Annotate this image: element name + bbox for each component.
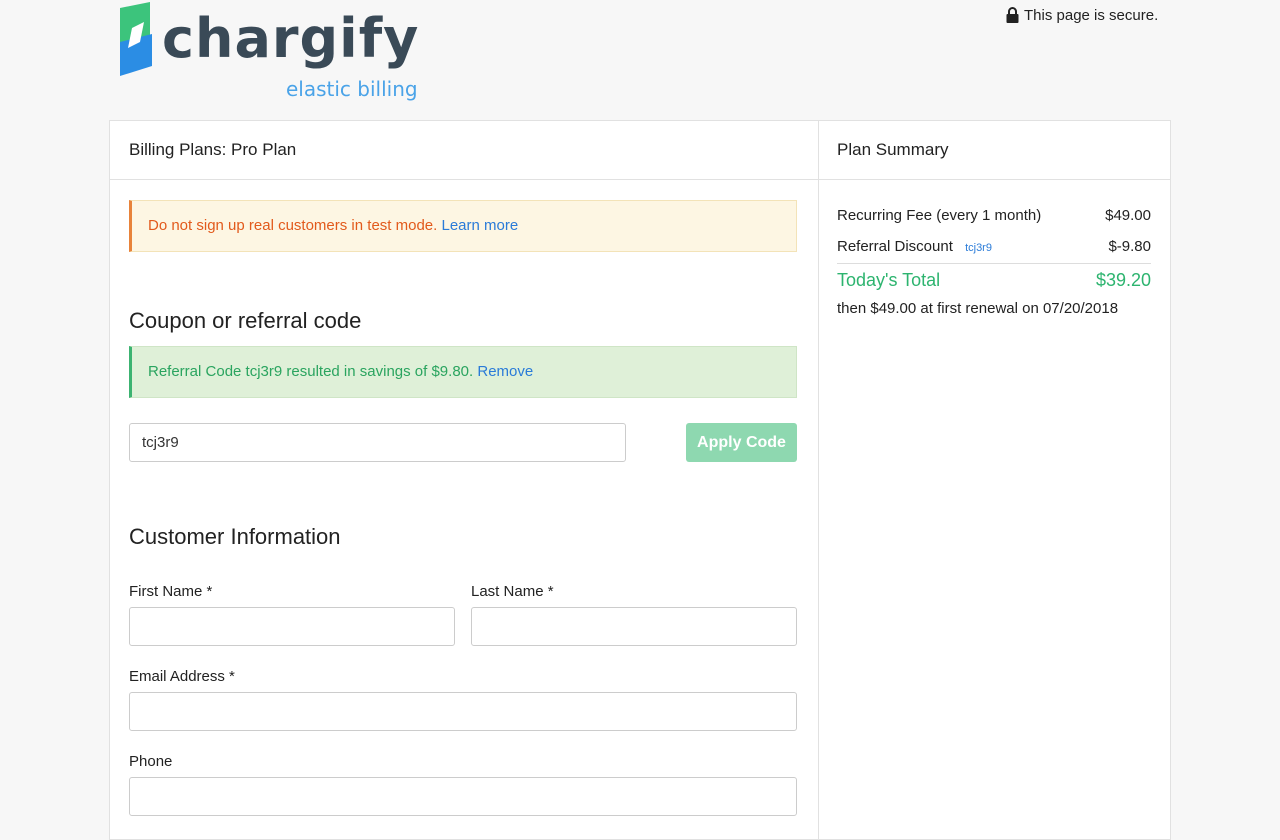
- todays-total-amount: $39.20: [1095, 270, 1151, 290]
- logo-tagline: elastic billing: [286, 77, 418, 101]
- phone-label: Phone: [129, 753, 173, 770]
- chargify-logo[interactable]: chargify elastic billing: [116, 2, 426, 102]
- logo-wordmark: chargify: [162, 7, 420, 70]
- apply-code-button[interactable]: Apply Code: [686, 423, 797, 462]
- plan-panel: Billing Plans: Pro Plan Do not sign up r…: [110, 121, 819, 839]
- phone-field[interactable]: [129, 777, 797, 816]
- referral-discount-label: Referral Discount: [837, 238, 953, 255]
- test-mode-text: Do not sign up real customers in test mo…: [148, 217, 438, 234]
- referral-discount-row: Referral Discount tcj3r9 $-9.80: [837, 238, 1151, 260]
- learn-more-link[interactable]: Learn more: [441, 217, 518, 234]
- email-field[interactable]: [129, 692, 797, 731]
- recurring-fee-amount: $49.00: [1105, 207, 1151, 224]
- referral-success-alert: Referral Code tcj3r9 resulted in savings…: [129, 346, 797, 398]
- last-name-label: Last Name *: [471, 583, 554, 600]
- checkout-card: Billing Plans: Pro Plan Do not sign up r…: [109, 120, 1171, 840]
- test-mode-alert: Do not sign up real customers in test mo…: [129, 200, 797, 252]
- remove-code-link[interactable]: Remove: [477, 363, 533, 380]
- referral-discount-amount: $-9.80: [1108, 238, 1151, 255]
- last-name-field[interactable]: [471, 607, 797, 646]
- plan-panel-title: Billing Plans: Pro Plan: [110, 121, 818, 180]
- plan-summary-title: Plan Summary: [818, 121, 1170, 180]
- lock-icon: [1006, 7, 1019, 23]
- referral-code-tag: tcj3r9: [965, 242, 992, 254]
- plan-summary-panel: Plan Summary Recurring Fee (every 1 mont…: [818, 121, 1170, 839]
- recurring-fee-row: Recurring Fee (every 1 month) $49.00: [837, 207, 1151, 229]
- summary-divider: [837, 263, 1151, 264]
- todays-total-label: Today's Total: [837, 270, 941, 290]
- secure-indicator: This page is secure.: [1006, 4, 1158, 26]
- first-name-label: First Name *: [129, 583, 213, 600]
- first-name-field[interactable]: [129, 607, 455, 646]
- coupon-section-title: Coupon or referral code: [129, 308, 362, 333]
- secure-text: This page is secure.: [1024, 6, 1159, 24]
- renewal-note: then $49.00 at first renewal on 07/20/20…: [837, 300, 1119, 317]
- customer-section-title: Customer Information: [129, 524, 341, 549]
- page-header: chargify elastic billing This page is se…: [0, 0, 1280, 120]
- referral-success-text: Referral Code tcj3r9 resulted in savings…: [148, 363, 474, 380]
- coupon-code-input[interactable]: [129, 423, 626, 462]
- chargify-mark-icon: [120, 2, 152, 76]
- recurring-fee-label: Recurring Fee (every 1 month): [837, 207, 1042, 224]
- email-label: Email Address *: [129, 668, 235, 685]
- todays-total-row: Today's Total $39.20: [837, 270, 1151, 294]
